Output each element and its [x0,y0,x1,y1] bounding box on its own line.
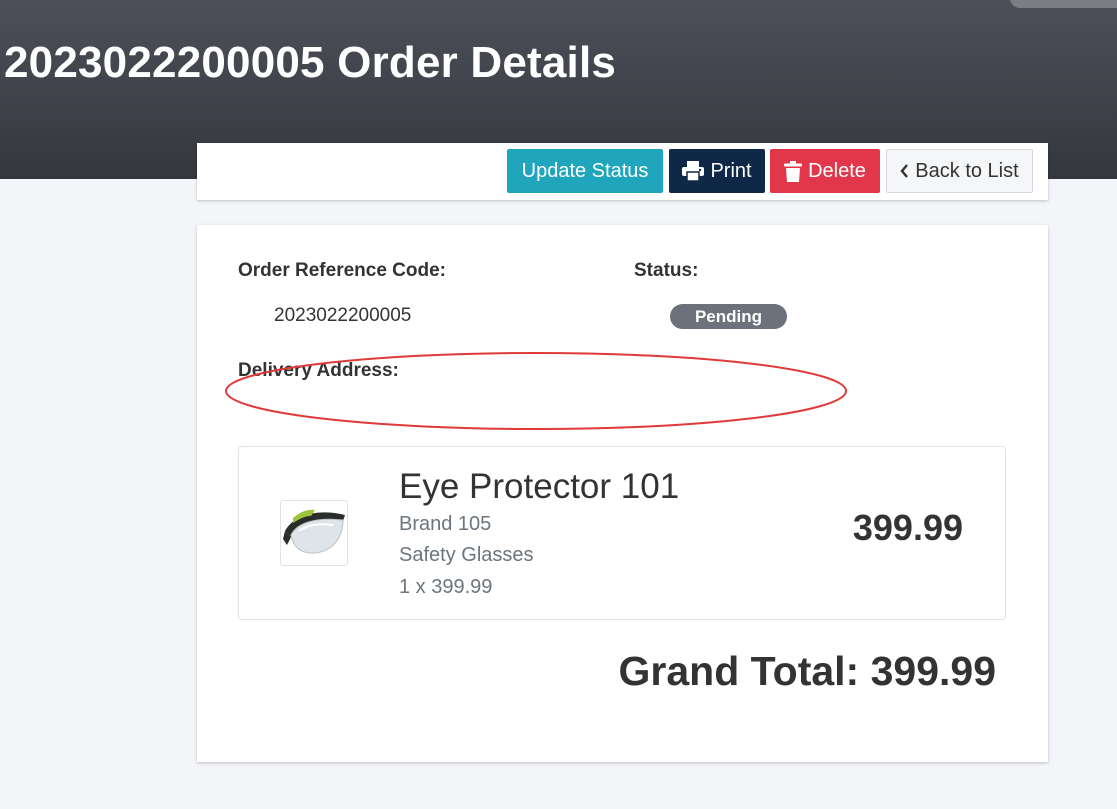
status-label: Status: [634,260,699,281]
delete-button[interactable]: Delete [770,149,880,193]
product-name: Eye Protector 101 [399,467,680,506]
item-total-price: 399.99 [852,507,963,548]
order-reference-label: Order Reference Code: [238,260,447,281]
order-details-card: Order Reference Code: 2023022200005 Stat… [197,225,1048,762]
order-item-card: Eye Protector 101 Brand 105 Safety Glass… [238,446,1006,620]
delivery-address-label: Delivery Address: [238,360,399,381]
grand-total: Grand Total: 399.99 [618,648,996,694]
order-reference-value: 2023022200005 [274,305,412,326]
print-button[interactable]: Print [669,149,765,193]
trash-icon [784,160,803,182]
status-badge: Pending [670,304,787,329]
update-status-label: Update Status [521,159,649,182]
back-to-list-button[interactable]: Back to List [886,149,1033,193]
page-title: 2023022200005 Order Details [4,38,617,87]
product-quantity: 1 x 399.99 [399,576,493,598]
header-corner-control [1010,0,1117,8]
print-label: Print [710,159,752,182]
product-brand: Brand 105 [399,513,492,535]
update-status-button[interactable]: Update Status [507,149,663,193]
printer-icon [682,161,705,181]
back-to-list-label: Back to List [915,159,1019,182]
product-category: Safety Glasses [399,544,534,566]
action-toolbar: Update Status Print Delete Back to List [197,143,1048,200]
delete-label: Delete [808,159,866,182]
annotation-ellipse [225,352,847,430]
chevron-left-icon [900,164,909,178]
product-image [280,500,348,566]
